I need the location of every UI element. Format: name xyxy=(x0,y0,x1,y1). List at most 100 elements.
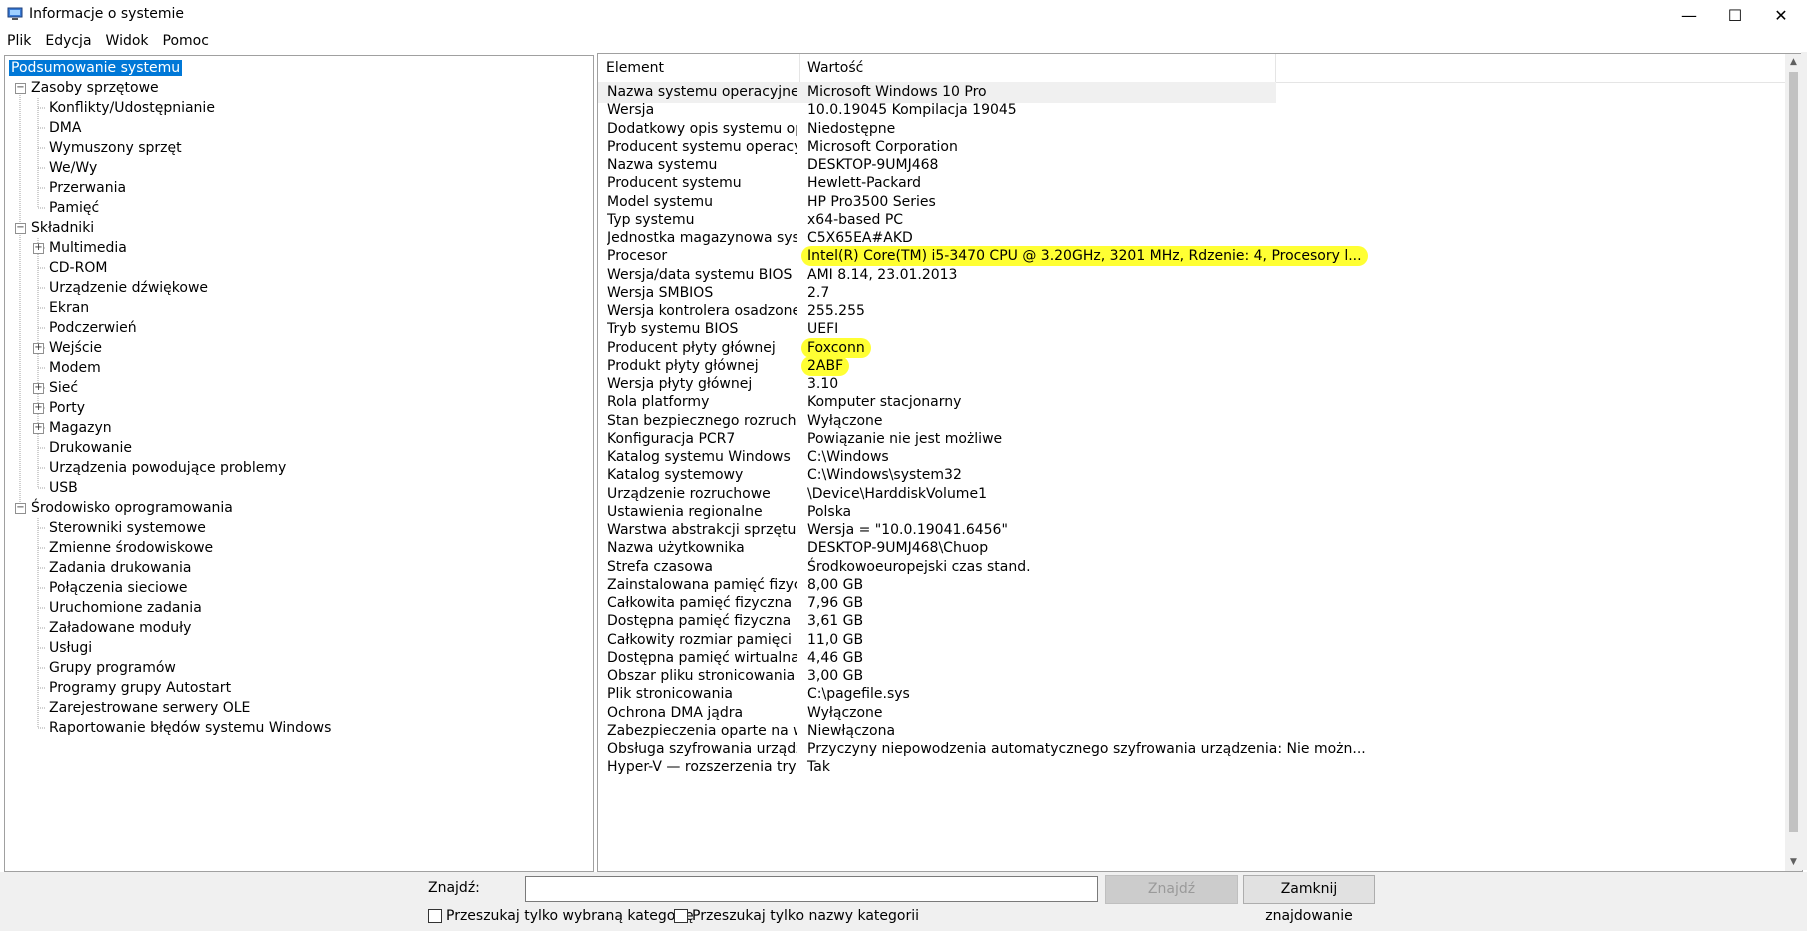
value-cell: Tak xyxy=(807,759,830,776)
tree-item[interactable]: CD-ROM xyxy=(47,258,109,278)
tree-item[interactable]: Zarejestrowane serwery OLE xyxy=(47,698,252,718)
value-cell: Hewlett-Packard xyxy=(807,175,922,192)
find-bar: Znajdź: Znajdź Zamknij znajdowanie Przes… xyxy=(0,872,1807,931)
tree-item-label: Ekran xyxy=(49,300,90,316)
tree-item[interactable]: Porty xyxy=(47,398,87,418)
menu-view[interactable]: Widok xyxy=(99,30,156,52)
tree-item[interactable]: Multimedia xyxy=(47,238,129,258)
checkbox[interactable] xyxy=(428,909,442,923)
column-header-element[interactable]: Element xyxy=(598,54,664,82)
tree-item[interactable]: Urządzenie dźwiękowe xyxy=(47,278,210,298)
value-cell: C:\Windows xyxy=(807,449,889,465)
tree-item-label: We/Wy xyxy=(49,160,98,176)
tree-item[interactable]: Urządzenia powodujące problemy xyxy=(47,458,288,478)
tree-item[interactable]: DMA xyxy=(47,118,83,138)
expand-icon[interactable]: + xyxy=(33,343,44,354)
tree-item[interactable]: Usługi xyxy=(47,638,94,658)
minimize-button[interactable]: — xyxy=(1666,0,1712,30)
tree-item-label: Pamięć xyxy=(49,200,100,216)
tree-item[interactable]: Wymuszony sprzęt xyxy=(47,138,184,158)
details-pane[interactable]: Element Wartość Nazwa systemu operacyjne… xyxy=(597,53,1803,872)
maximize-icon: ☐ xyxy=(1727,5,1743,25)
checkbox[interactable] xyxy=(674,909,688,923)
tree-item[interactable]: Załadowane moduły xyxy=(47,618,193,638)
value-cell: C:\pagefile.sys xyxy=(807,686,910,703)
tree-item-label: Urządzenia powodujące problemy xyxy=(49,460,287,476)
collapse-icon[interactable]: − xyxy=(15,223,26,234)
close-find-button[interactable]: Zamknij znajdowanie xyxy=(1243,875,1375,924)
tree-item[interactable]: Modem xyxy=(47,358,103,378)
tree-item[interactable]: Ekran xyxy=(47,298,91,318)
tree-item-label: Programy grupy Autostart xyxy=(49,680,232,696)
collapse-icon[interactable]: − xyxy=(15,83,26,94)
category-tree[interactable]: Podsumowanie systemu Zasoby sprzętowe − Kon… xyxy=(4,55,594,872)
find-button[interactable]: Znajdź xyxy=(1105,875,1238,904)
scrollbar-thumb[interactable] xyxy=(1789,72,1798,832)
element-cell: Hyper-V — rozszerzenia trybu ... xyxy=(607,759,797,776)
tree-item[interactable]: Środowisko oprogramowania xyxy=(29,498,235,518)
expand-icon[interactable]: + xyxy=(33,243,44,254)
column-header-value[interactable]: Wartość xyxy=(799,54,863,82)
tree-item[interactable]: Podsumowanie systemu xyxy=(9,58,183,78)
tree-item-label: Raportowanie błędów systemu Windows xyxy=(49,720,332,736)
value-cell: x64-based PC xyxy=(807,211,904,228)
tree-item-label: Uruchomione zadania xyxy=(49,600,202,616)
tree-item[interactable]: Sterowniki systemowe xyxy=(47,518,208,538)
expand-icon[interactable]: + xyxy=(33,423,44,434)
vertical-scrollbar[interactable]: ▲ ▼ xyxy=(1785,54,1802,871)
tree-item[interactable]: Przerwania xyxy=(47,178,128,198)
scroll-down-icon[interactable]: ▼ xyxy=(1785,854,1802,871)
value-cell: \Device\HarddiskVolume1 xyxy=(807,485,987,502)
table-row[interactable]: Hyper-V — rozszerzenia trybu ... Tak xyxy=(598,757,1786,778)
tree-item[interactable]: Raportowanie błędów systemu Windows xyxy=(47,718,333,738)
close-button[interactable]: ✕ xyxy=(1758,0,1804,30)
search-category-names-option[interactable]: Przeszukaj tylko nazwy kategorii xyxy=(674,908,919,924)
tree-item[interactable]: Sieć xyxy=(47,378,80,398)
tree-item[interactable]: Konflikty/Udostępnianie xyxy=(47,98,217,118)
search-selected-category-option[interactable]: Przeszukaj tylko wybraną kategorię xyxy=(428,908,694,924)
tree-item[interactable]: Zadania drukowania xyxy=(47,558,194,578)
menu-help[interactable]: Pomoc xyxy=(156,30,216,52)
value-cell: HP Pro3500 Series xyxy=(807,193,936,210)
collapse-icon[interactable]: − xyxy=(15,503,26,514)
table-header: Element Wartość xyxy=(598,54,1786,83)
tree-item[interactable]: Programy grupy Autostart xyxy=(47,678,233,698)
expand-icon[interactable]: + xyxy=(33,403,44,414)
tree-item[interactable]: Grupy programów xyxy=(47,658,178,678)
tree-item[interactable]: Wejście xyxy=(47,338,104,358)
tree-item-label: Podczerwień xyxy=(49,320,137,336)
tree-item[interactable]: Zmienne środowiskowe xyxy=(47,538,215,558)
value-cell: AMI 8.14, 23.01.2013 xyxy=(807,266,958,283)
menu-file[interactable]: Plik xyxy=(0,30,38,52)
column-divider[interactable] xyxy=(1275,54,1276,82)
value-cell: Środkowoeuropejski czas stand. xyxy=(807,558,1031,575)
value-cell: Microsoft Corporation xyxy=(807,138,958,155)
value-cell: DESKTOP-9UMJ468 xyxy=(807,157,939,173)
tree-item[interactable]: Magazyn xyxy=(47,418,114,438)
maximize-button[interactable]: ☐ xyxy=(1712,0,1758,30)
tree-item[interactable]: USB xyxy=(47,478,80,498)
value-cell: 3,61 GB xyxy=(807,613,864,630)
value-cell: Foxconn xyxy=(801,337,871,358)
tree-item-label: USB xyxy=(49,480,78,496)
tree-item[interactable]: Pamięć xyxy=(47,198,101,218)
value-cell: Intel(R) Core(TM) i5-3470 CPU @ 3.20GHz,… xyxy=(801,246,1368,267)
expand-icon[interactable]: + xyxy=(33,383,44,394)
tree-item[interactable]: Składniki xyxy=(29,218,96,238)
scroll-up-icon[interactable]: ▲ xyxy=(1785,54,1802,71)
tree-item[interactable]: Podczerwień xyxy=(47,318,139,338)
value-cell: 2ABF xyxy=(801,355,850,376)
menu-edit[interactable]: Edycja xyxy=(38,30,98,52)
value-cell: C:\Windows\system32 xyxy=(807,467,962,484)
tree-item[interactable]: Drukowanie xyxy=(47,438,134,458)
tree-item[interactable]: Uruchomione zadania xyxy=(47,598,204,618)
title-bar: Informacje o systemie — ☐ ✕ xyxy=(0,0,1807,30)
find-input[interactable] xyxy=(525,876,1098,902)
tree-item-label: Wymuszony sprzęt xyxy=(49,140,182,156)
tree-item-label: CD-ROM xyxy=(49,260,108,276)
tree-item[interactable]: Połączenia sieciowe xyxy=(47,578,190,598)
tree-item[interactable]: Zasoby sprzętowe xyxy=(29,78,161,98)
tree-item-label: Urządzenie dźwiękowe xyxy=(49,280,209,296)
value-cell: 7,96 GB xyxy=(807,595,864,611)
tree-item[interactable]: We/Wy xyxy=(47,158,99,178)
